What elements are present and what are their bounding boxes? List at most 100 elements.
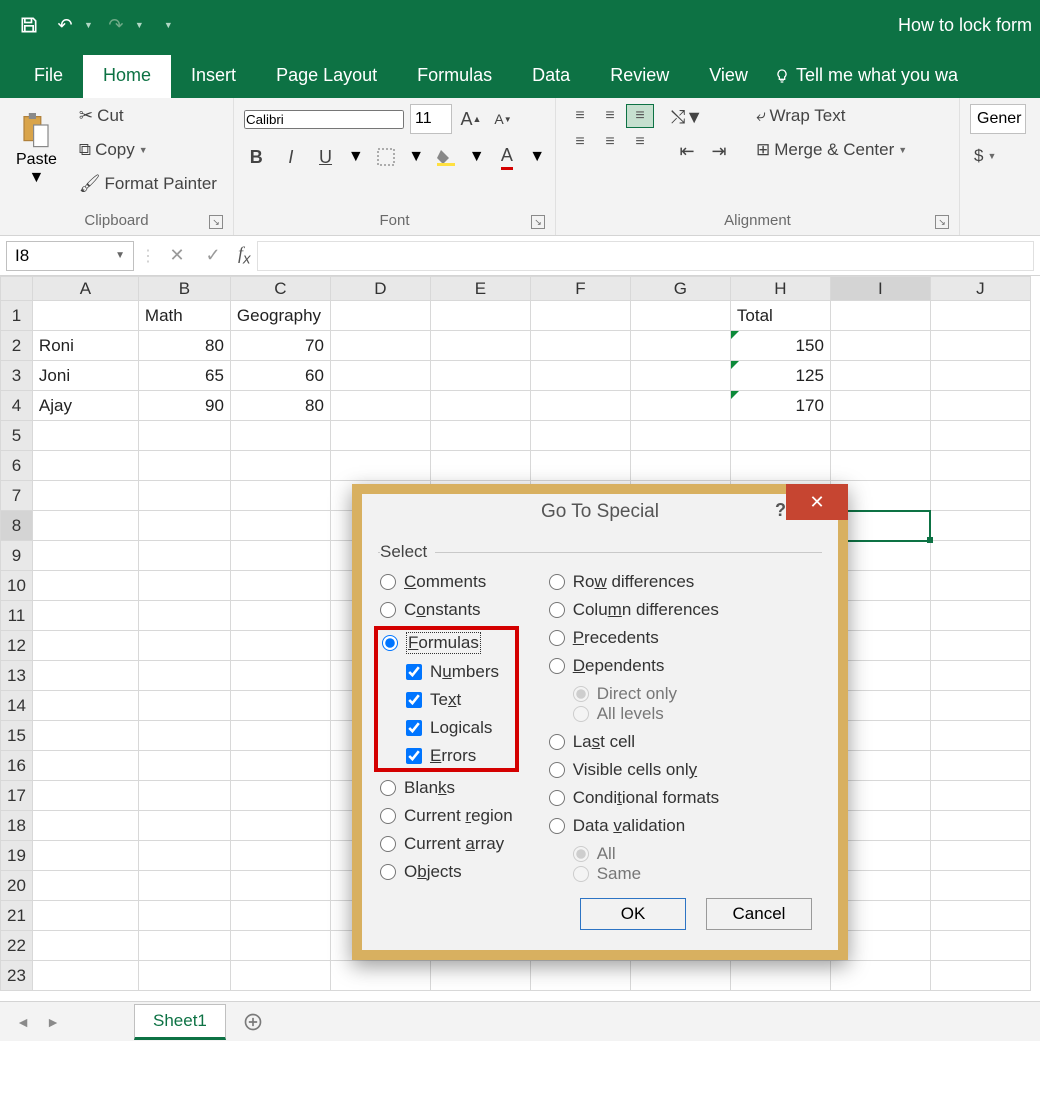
align-top-icon[interactable]: ≡	[566, 104, 594, 128]
cell[interactable]	[430, 391, 530, 421]
chevron-down-icon[interactable]: ▼	[529, 148, 545, 166]
cell[interactable]	[32, 901, 138, 931]
cell[interactable]	[830, 391, 930, 421]
cell[interactable]	[430, 451, 530, 481]
cell[interactable]: 60	[230, 361, 330, 391]
cell[interactable]	[930, 421, 1030, 451]
col-header[interactable]: H	[730, 277, 830, 301]
align-right-icon[interactable]: ≡	[626, 130, 654, 154]
undo-icon[interactable]: ↶	[52, 12, 78, 38]
cell[interactable]	[930, 901, 1030, 931]
cell[interactable]	[32, 511, 138, 541]
bold-button[interactable]: B	[244, 144, 269, 170]
cell[interactable]	[730, 421, 830, 451]
cell[interactable]	[530, 361, 630, 391]
row-header[interactable]: 12	[1, 631, 33, 661]
row-header[interactable]: 22	[1, 931, 33, 961]
opt-precedents[interactable]: Precedents	[549, 628, 719, 648]
cell[interactable]	[230, 451, 330, 481]
cell[interactable]	[230, 601, 330, 631]
cell[interactable]: 70	[230, 331, 330, 361]
formula-input[interactable]	[257, 241, 1034, 271]
dialog-launcher-icon[interactable]: ↘	[935, 215, 949, 229]
chk-errors[interactable]: Errors	[406, 746, 511, 766]
row-header[interactable]: 21	[1, 901, 33, 931]
row-header[interactable]: 16	[1, 751, 33, 781]
tab-formulas[interactable]: Formulas	[397, 55, 512, 98]
cell[interactable]	[138, 781, 230, 811]
dialog-launcher-icon[interactable]: ↘	[209, 215, 223, 229]
font-name-select[interactable]	[244, 110, 404, 129]
chk-numbers[interactable]: Numbers	[406, 662, 511, 682]
cell[interactable]	[32, 301, 138, 331]
tab-data[interactable]: Data	[512, 55, 590, 98]
cell[interactable]: Roni	[32, 331, 138, 361]
cell[interactable]	[138, 751, 230, 781]
cell[interactable]	[630, 331, 730, 361]
row-header[interactable]: 17	[1, 781, 33, 811]
opt-conditional[interactable]: Conditional formats	[549, 788, 719, 808]
cell[interactable]	[32, 541, 138, 571]
cell[interactable]	[930, 571, 1030, 601]
opt-current-region[interactable]: Current region	[380, 806, 513, 826]
font-size-select[interactable]	[410, 104, 452, 134]
cell[interactable]	[32, 751, 138, 781]
cell[interactable]	[32, 571, 138, 601]
cell[interactable]	[138, 661, 230, 691]
cell[interactable]: Joni	[32, 361, 138, 391]
opt-formulas[interactable]: Formulas	[382, 632, 511, 654]
paste-button[interactable]: Paste ▼	[10, 111, 63, 189]
cell[interactable]	[930, 481, 1030, 511]
cell[interactable]	[32, 481, 138, 511]
cell[interactable]	[32, 961, 138, 991]
redo-icon[interactable]: ↷	[103, 12, 129, 38]
align-left-icon[interactable]: ≡	[566, 130, 594, 154]
decrease-font-icon[interactable]: A▼	[490, 106, 516, 132]
cell[interactable]: 80	[230, 391, 330, 421]
row-header[interactable]: 14	[1, 691, 33, 721]
cell[interactable]	[230, 421, 330, 451]
redo-dropdown-icon[interactable]: ▼	[135, 20, 144, 30]
increase-font-icon[interactable]: A▲	[458, 106, 484, 132]
save-icon[interactable]	[16, 12, 42, 38]
cell[interactable]	[530, 391, 630, 421]
cell[interactable]	[530, 301, 630, 331]
cell[interactable]	[230, 841, 330, 871]
row-header[interactable]: 18	[1, 811, 33, 841]
tab-page-layout[interactable]: Page Layout	[256, 55, 397, 98]
cell[interactable]	[330, 331, 430, 361]
cell[interactable]	[830, 361, 930, 391]
borders-button[interactable]	[374, 144, 399, 170]
cell[interactable]	[630, 301, 730, 331]
cell[interactable]	[930, 301, 1030, 331]
cell[interactable]	[830, 451, 930, 481]
tab-review[interactable]: Review	[590, 55, 689, 98]
cell[interactable]	[32, 451, 138, 481]
orientation-button[interactable]: ⤭▼	[674, 104, 700, 130]
cell[interactable]	[830, 301, 930, 331]
cell[interactable]	[138, 421, 230, 451]
opt-last-cell[interactable]: Last cell	[549, 732, 719, 752]
tab-home[interactable]: Home	[83, 55, 171, 98]
cell[interactable]	[32, 691, 138, 721]
enter-formula-icon[interactable]: ✓	[198, 241, 228, 271]
cell[interactable]	[230, 781, 330, 811]
cell[interactable]	[32, 631, 138, 661]
cell[interactable]: 65	[138, 361, 230, 391]
dialog-launcher-icon[interactable]: ↘	[531, 215, 545, 229]
qat-customize-icon[interactable]: ▼	[164, 20, 173, 30]
row-header[interactable]: 13	[1, 661, 33, 691]
row-header[interactable]: 8	[1, 511, 33, 541]
cell[interactable]	[930, 601, 1030, 631]
wrap-text-button[interactable]: ⤶Wrap Text	[752, 104, 911, 128]
cell[interactable]	[430, 331, 530, 361]
cell[interactable]	[32, 931, 138, 961]
cell[interactable]	[230, 661, 330, 691]
add-sheet-button[interactable]	[240, 1009, 266, 1035]
chk-logicals[interactable]: Logicals	[406, 718, 511, 738]
cell[interactable]	[930, 931, 1030, 961]
copy-button[interactable]: ⧉Copy▼	[75, 138, 221, 162]
cell[interactable]	[430, 961, 530, 991]
cell[interactable]: Total	[730, 301, 830, 331]
tab-file[interactable]: File	[14, 55, 83, 98]
